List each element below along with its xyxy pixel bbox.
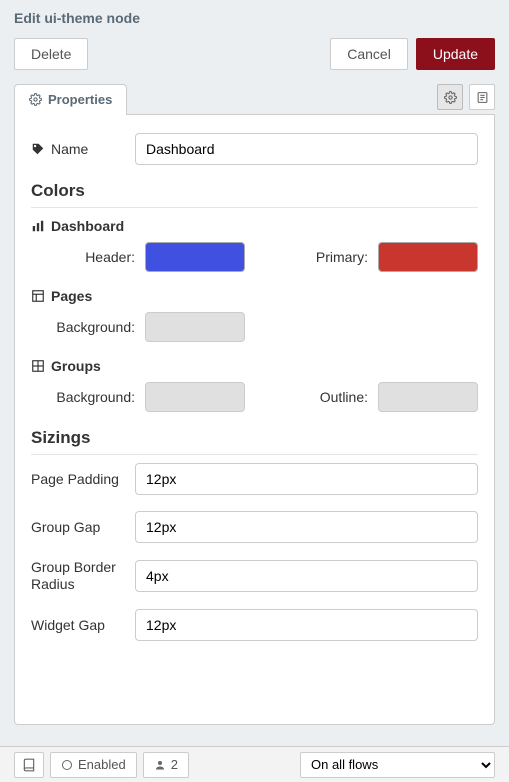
groups-outline-swatch[interactable] (378, 382, 478, 412)
page-padding-input[interactable] (135, 463, 478, 495)
dashboard-subheading: Dashboard (31, 218, 478, 234)
groups-bg-label: Background: (31, 389, 135, 405)
tab-bar: Properties (0, 84, 509, 115)
grid-icon (31, 359, 45, 373)
pages-bg-swatch[interactable] (145, 312, 245, 342)
circle-icon (61, 759, 73, 771)
group-gap-row: Group Gap (31, 511, 478, 543)
sizings-heading: Sizings (31, 428, 478, 455)
tab-label: Properties (48, 92, 112, 107)
group-gap-input[interactable] (135, 511, 478, 543)
groups-bg-swatch[interactable] (145, 382, 245, 412)
name-label: Name (31, 141, 135, 157)
pages-subheading: Pages (31, 288, 478, 304)
bar-chart-icon (31, 219, 45, 233)
scope-select[interactable]: On all flows (300, 752, 495, 778)
user-icon (154, 759, 166, 771)
widget-gap-row: Widget Gap (31, 609, 478, 641)
group-border-radius-row: Group Border Radius (31, 559, 478, 593)
footer-bar: Enabled 2 On all flows (0, 746, 509, 782)
subheading-text: Pages (51, 288, 92, 304)
pages-bg-label: Background: (31, 319, 135, 335)
gear-icon (444, 91, 457, 104)
enabled-label: Enabled (78, 757, 126, 772)
subheading-text: Dashboard (51, 218, 124, 234)
tab-actions (437, 84, 495, 115)
layout-icon (31, 289, 45, 303)
page-padding-label: Page Padding (31, 471, 135, 487)
groups-subheading: Groups (31, 358, 478, 374)
header-color-swatch[interactable] (145, 242, 245, 272)
primary-color-swatch[interactable] (378, 242, 478, 272)
pages-colors-row: Background: (31, 312, 478, 342)
users-count: 2 (171, 757, 178, 772)
dialog-title: Edit ui-theme node (0, 0, 509, 34)
tab-properties[interactable]: Properties (14, 84, 127, 115)
widget-gap-input[interactable] (135, 609, 478, 641)
book-icon (22, 758, 36, 772)
right-button-group: Cancel Update (330, 38, 495, 70)
settings-icon-button[interactable] (437, 84, 463, 110)
tab-spacer (127, 84, 437, 115)
header-color-label: Header: (31, 249, 135, 265)
group-gap-label: Group Gap (31, 519, 135, 535)
delete-button[interactable]: Delete (14, 38, 88, 70)
cancel-button[interactable]: Cancel (330, 38, 408, 70)
tag-icon (31, 142, 45, 156)
file-icon (476, 91, 489, 104)
groups-outline-label: Outline: (255, 389, 368, 405)
name-row: Name (31, 133, 478, 165)
users-count-button[interactable]: 2 (143, 752, 189, 778)
widget-gap-label: Widget Gap (31, 617, 135, 633)
name-input[interactable] (135, 133, 478, 165)
primary-color-label: Primary: (255, 249, 368, 265)
group-border-radius-input[interactable] (135, 560, 478, 592)
notes-icon-button[interactable] (469, 84, 495, 110)
group-border-radius-label: Group Border Radius (31, 559, 135, 593)
action-button-row: Delete Cancel Update (0, 34, 509, 84)
enabled-button[interactable]: Enabled (50, 752, 137, 778)
gear-icon (29, 93, 42, 106)
properties-panel: Name Colors Dashboard Header: Primary: P… (14, 115, 495, 725)
subheading-text: Groups (51, 358, 101, 374)
groups-colors-row: Background: Outline: (31, 382, 478, 412)
label-text: Name (51, 141, 88, 157)
page-padding-row: Page Padding (31, 463, 478, 495)
colors-heading: Colors (31, 181, 478, 208)
book-icon-button[interactable] (14, 752, 44, 778)
update-button[interactable]: Update (416, 38, 495, 70)
dashboard-colors-row: Header: Primary: (31, 242, 478, 272)
